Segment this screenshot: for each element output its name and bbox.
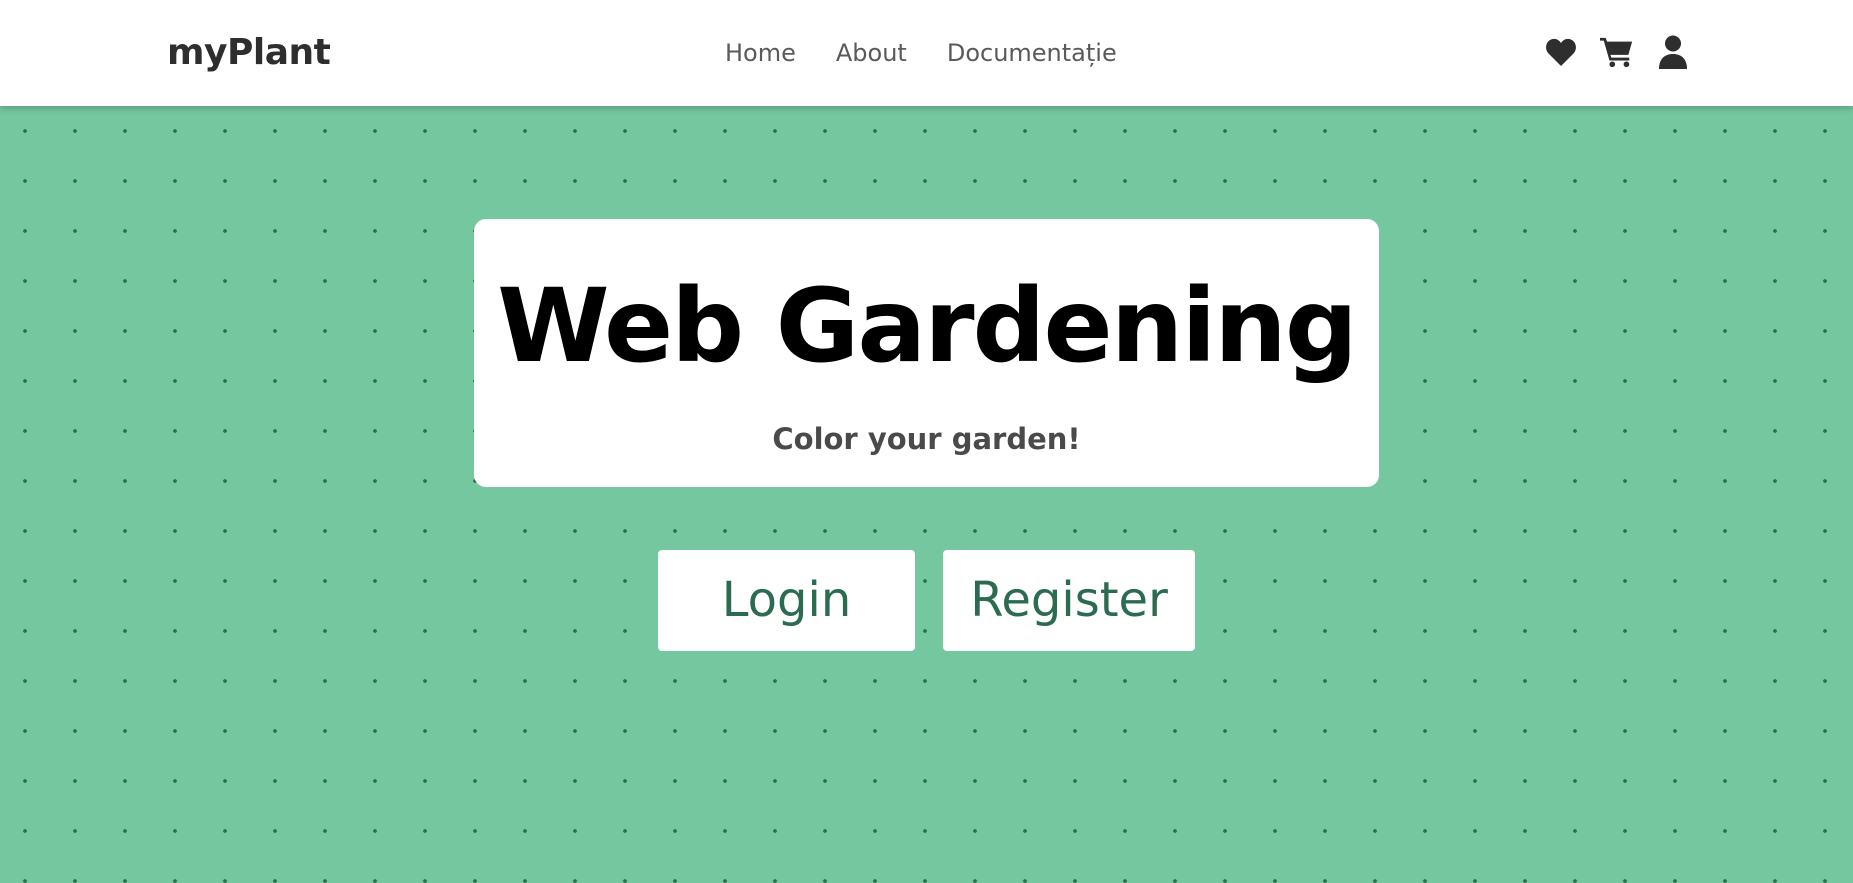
brand-logo[interactable]: myPlant (167, 28, 331, 78)
hero-title: Web Gardening (497, 267, 1358, 386)
cart-icon[interactable] (1600, 33, 1634, 71)
nav-icon-group (1544, 33, 1690, 71)
hero-title-card: Web Gardening Color your garden! (474, 219, 1379, 487)
main-nav: Home About Documentație (725, 36, 1117, 70)
nav-link-documentation[interactable]: Documentație (947, 36, 1117, 70)
nav-link-about[interactable]: About (836, 36, 907, 70)
nav-link-home[interactable]: Home (725, 36, 796, 70)
user-icon[interactable] (1656, 33, 1690, 71)
heart-icon[interactable] (1544, 33, 1578, 71)
top-navbar: myPlant Home About Documentație (0, 0, 1853, 106)
login-button[interactable]: Login (658, 550, 915, 651)
register-button[interactable]: Register (943, 550, 1195, 651)
hero-subtitle: Color your garden! (772, 422, 1081, 456)
